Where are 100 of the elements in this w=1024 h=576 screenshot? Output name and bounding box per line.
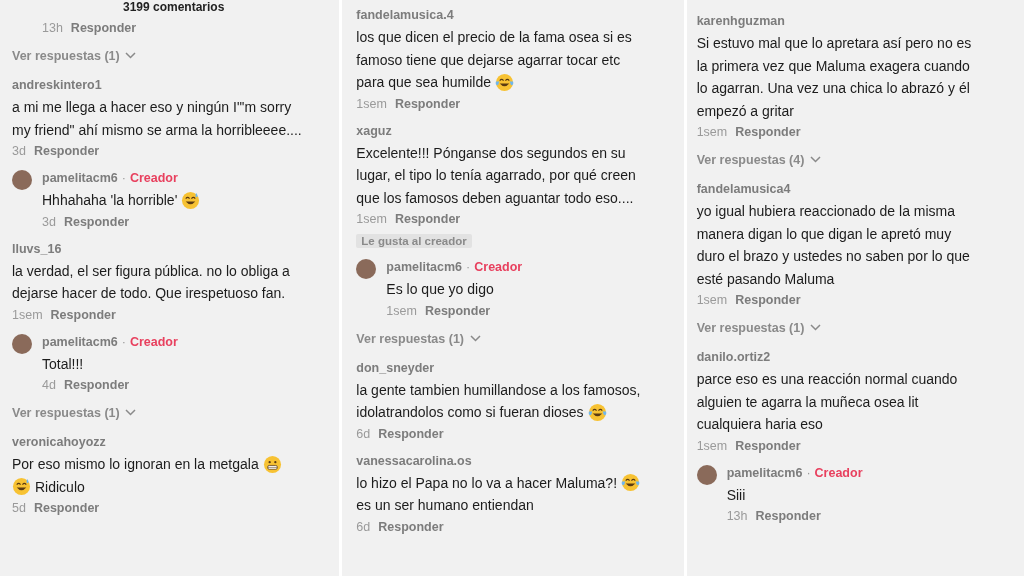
comment-time: 3d [12,143,26,160]
chevron-down-icon [809,324,821,331]
comment-time: 4d [42,377,56,394]
avatar[interactable] [12,333,32,354]
username[interactable]: pamelitacm6 [726,463,803,482]
comment-text: Siii [726,485,746,505]
reply-link[interactable]: Responder [378,517,444,536]
comment-text: a mi me llega a hacer eso y ningún I"'m sorry [12,98,292,117]
chevron-down-icon [125,409,137,416]
comment-text: Excelente!!! Pónganse dos segundos en su [356,143,626,163]
avatar[interactable] [356,259,377,279]
separator-dot: · [121,170,126,187]
laughing-tears-emoji-icon [621,473,641,493]
comment-text: la primera vez que Maluma exagera cuando [696,56,970,76]
view-replies-link[interactable]: Ver respuestas (1) [356,331,481,346]
comment-text: es un ser humano entiendan [356,496,534,515]
reply-link[interactable]: Responder [63,376,130,394]
view-replies-link[interactable]: Ver respuestas (1) [12,49,137,63]
username[interactable]: pamelitacm6 [42,169,118,187]
comment-text: la gente tambien humillandose a los famosos, [356,380,641,400]
comment-text: my friend" ahí mismo se arma la horribleeee.... [12,120,302,140]
comment-time: 1sem [696,124,728,141]
comment-text: Ridiculo [35,477,85,497]
username[interactable]: pamelitacm6 [386,258,463,276]
reply-link[interactable]: Responder [33,499,100,517]
sweat-smile-emoji-icon [181,190,201,210]
comment-text: Hhhahaha 'la horrible' [42,191,178,210]
avatar[interactable] [12,170,32,190]
view-replies-link[interactable]: Ver respuestas (1) [12,406,137,420]
reply-link[interactable]: Responder [50,305,116,324]
username[interactable]: vanessacarolina.os [356,451,472,470]
username[interactable]: fandelamusica.4 [356,6,454,24]
separator-dot: · [466,259,471,276]
comment-text: Total!!! [42,354,84,374]
separator-dot: · [806,464,811,482]
grimace-emoji-icon [262,454,282,474]
comment-time: 3d [42,213,56,231]
username[interactable]: andreskintero1 [12,76,102,94]
comment-time: 1sem [356,211,387,228]
reply-link[interactable]: Responder [378,424,444,443]
reply-link[interactable]: Responder [424,301,491,320]
comment-text: idolatrandolos como si fueran dioses [356,403,584,422]
reply-link[interactable]: Responder [394,210,461,228]
laughing-tears-emoji-icon [587,402,607,422]
comment-time: 6d [356,518,371,536]
comment-time: 13h [726,508,748,525]
chevron-down-icon [809,156,821,163]
comment-text: parce eso es una reacción normal cuando [696,370,958,389]
comment-text: lugar, el tipo lo tenía agarrado, por qué creen [356,166,636,185]
reply-link[interactable]: Responder [735,123,801,141]
reply-link[interactable]: Responder [735,291,801,309]
separator-dot: · [121,333,126,351]
creator-label: Creador [474,259,523,276]
username[interactable]: danilo.ortiz2 [696,348,771,366]
comment-time: 13h [42,20,63,37]
creator-label: Creador [129,333,178,351]
username[interactable]: xaguz [356,121,392,140]
reply-link[interactable]: Responder [755,507,821,525]
comment-text: que los famosos deben aguantar todo eso.... [356,188,634,208]
reply-link[interactable]: Responder [735,436,801,455]
username[interactable]: veronicahoyozz [12,433,106,451]
username[interactable]: fandelamusica4 [696,180,791,198]
comment-text: duro el brazo y ustedes no saben por lo que [696,247,970,266]
comment-text: manera digan lo que digan le apretó muy [696,224,952,244]
comment-text: Es lo que yo digo [386,280,494,299]
view-replies-link[interactable]: Ver respuestas (1) [696,321,821,335]
reply-link[interactable]: Responder [70,19,137,37]
view-replies-link[interactable]: Ver respuestas (4) [696,153,821,167]
comment-text: empezó a gritar [696,101,794,121]
avatar[interactable] [696,464,717,485]
comment-time: 1sem [696,292,728,309]
comment-text: alguien te agarra la muñeca osea lit [696,392,919,412]
comment-text: Si estuvo mal que lo apretara así pero no es [696,34,972,53]
reply-link[interactable]: Responder [33,142,100,160]
comment-text: dejarse hacer de todo. Que irespetuoso fan. [12,284,286,303]
reply-link[interactable]: Responder [394,94,461,113]
username[interactable]: pamelitacm6 [42,332,118,351]
username[interactable]: karenhguzman [696,12,785,30]
comment-time: 6d [356,425,371,443]
comment-time: 1sem [356,95,387,113]
comment-text: famoso tiene que dejarse agarrar tocar etc [356,50,621,70]
sweat-smile-emoji-icon [12,477,31,497]
comment-text: la verdad, el ser figura pública. no lo obliga a [12,261,290,281]
comment-text: Por eso mismo lo ignoran en la metgala [12,455,259,474]
username[interactable]: don_sneyder [356,358,435,377]
creator-label: Creador [129,170,178,187]
creator-label: Creador [814,464,863,482]
comment-time: 5d [12,500,26,517]
liked-by-creator-tag: Le gusta al creador [356,234,472,248]
comment-text: yo igual hubiera reaccionado de la misma [696,202,956,221]
comment-text: para que sea humilde [356,73,491,92]
comment-time: 1sem [386,302,417,320]
chevron-down-icon [125,52,137,59]
reply-link[interactable]: Responder [63,212,130,231]
username[interactable]: lluvs_16 [12,239,62,258]
comment-text: lo agarran. Una vez una chica lo abrazó y él [696,79,970,98]
comment-text: lo hizo el Papa no lo va a hacer Maluma?! [356,473,618,493]
comment-text: los que dicen el precio de la fama osea si es [356,28,632,47]
comment-time: 1sem [696,437,728,455]
comment-text: cualquiera haria eso [696,415,823,434]
